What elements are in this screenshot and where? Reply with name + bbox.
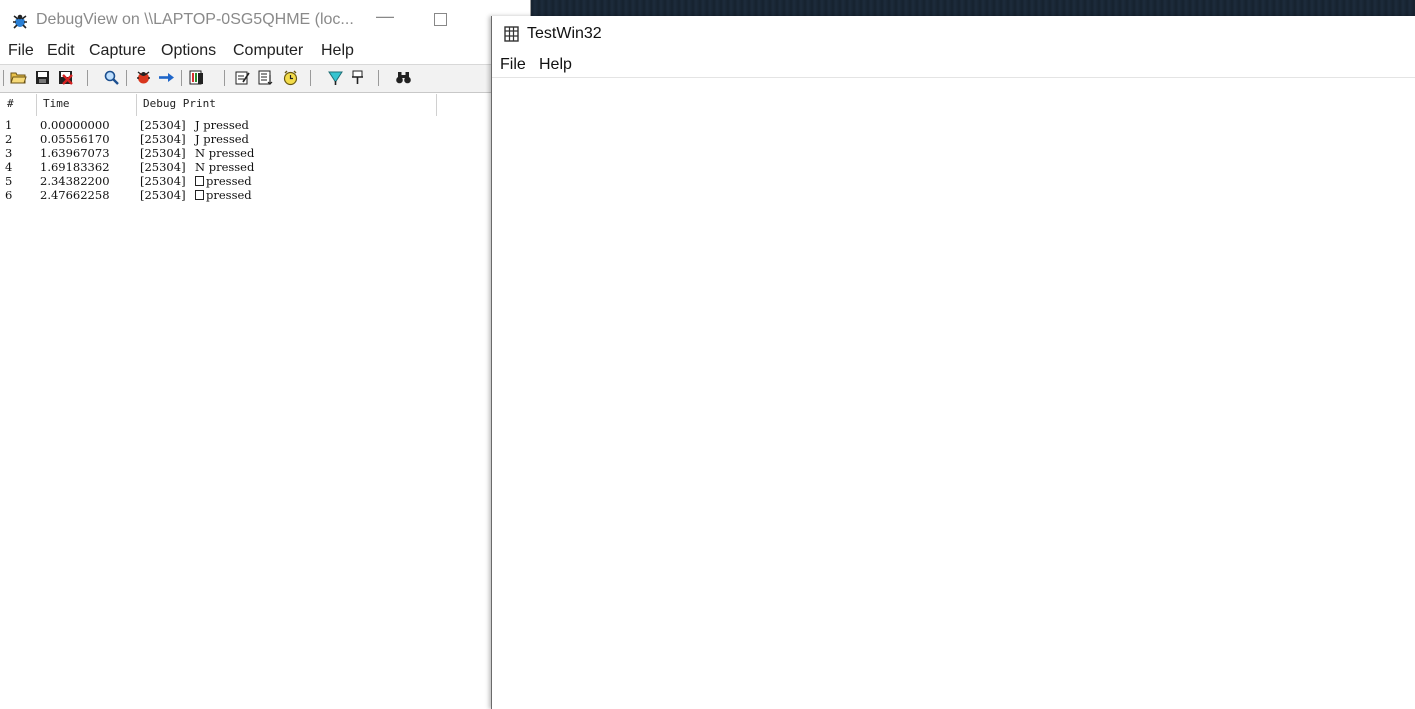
find-icon[interactable] xyxy=(103,69,120,86)
debugview-menubar: File Edit Capture Options Computer Help xyxy=(0,40,530,63)
log-row-time: 2.34382200 xyxy=(40,174,110,188)
log-row-number: 6 xyxy=(5,188,13,202)
log-row[interactable]: 6 2.47662258 [25304] pressed xyxy=(0,188,530,202)
log-list[interactable]: 1 0.00000000 [25304] J pressed 2 0.05556170 [2… xyxy=(0,118,530,202)
testwin32-window: TestWin32 File Help xyxy=(491,16,1415,709)
toolbar-separator xyxy=(224,70,225,86)
toolbar-separator xyxy=(310,70,311,86)
history-icon[interactable] xyxy=(327,69,344,86)
minimize-button[interactable]: — xyxy=(376,6,394,26)
column-number[interactable]: # xyxy=(7,97,14,110)
log-row-message: pressed xyxy=(195,174,252,188)
debugview-titlebar[interactable]: DebugView on \\LAPTOP-0SG5QHME (loc... — xyxy=(0,0,530,40)
log-row[interactable]: 3 1.63967073 [25304] N pressed xyxy=(0,146,530,160)
log-column-header: # Time Debug Print xyxy=(0,94,530,116)
log-row-number: 2 xyxy=(5,132,13,146)
log-row[interactable]: 2 0.05556170 [25304] J pressed xyxy=(0,132,530,146)
menu-help[interactable]: Help xyxy=(539,56,572,74)
log-row-message: J pressed xyxy=(195,132,249,146)
autoscroll-icon[interactable] xyxy=(158,69,175,86)
log-row-message: N pressed xyxy=(195,160,255,174)
log-row[interactable]: 5 2.34382200 [25304] pressed xyxy=(0,174,530,188)
window-title: TestWin32 xyxy=(527,25,602,42)
clear-icon[interactable] xyxy=(57,69,74,86)
column-divider[interactable] xyxy=(36,94,37,116)
log-row-message: J pressed xyxy=(195,118,249,132)
log-row-pid: [25304] xyxy=(140,132,186,146)
log-row-time: 1.63967073 xyxy=(40,146,110,160)
log-row-time: 1.69183362 xyxy=(40,160,110,174)
log-row-message: N pressed xyxy=(195,146,255,160)
testwin32-titlebar[interactable]: TestWin32 xyxy=(492,16,1415,52)
menu-file[interactable]: File xyxy=(500,56,526,74)
bug-icon xyxy=(13,14,27,29)
toolbar-separator xyxy=(87,70,88,86)
log-row-number: 4 xyxy=(5,160,13,174)
log-row-text: pressed xyxy=(206,188,252,202)
clock-icon[interactable] xyxy=(282,69,299,86)
log-row-number: 1 xyxy=(5,118,13,132)
save-icon[interactable] xyxy=(34,69,51,86)
pin-icon[interactable] xyxy=(349,69,366,86)
log-row-time: 0.00000000 xyxy=(40,118,110,132)
menu-edit[interactable]: Edit xyxy=(47,42,75,60)
log-row-pid: [25304] xyxy=(140,160,186,174)
log-row-number: 3 xyxy=(5,146,13,160)
log-row-text: pressed xyxy=(206,174,252,188)
log-row-pid: [25304] xyxy=(140,118,186,132)
unprintable-char-box xyxy=(195,190,204,200)
column-debug-print[interactable]: Debug Print xyxy=(143,97,216,110)
menu-help[interactable]: Help xyxy=(321,42,354,60)
log-row-time: 2.47662258 xyxy=(40,188,110,202)
column-divider[interactable] xyxy=(436,94,437,116)
toolbar-separator xyxy=(3,70,4,86)
filter-icon[interactable] xyxy=(188,69,205,86)
highlight-icon[interactable] xyxy=(257,69,274,86)
debugview-window: DebugView on \\LAPTOP-0SG5QHME (loc... —… xyxy=(0,0,531,709)
toolbar-separator xyxy=(378,70,379,86)
binoculars-icon[interactable] xyxy=(395,69,412,86)
column-time[interactable]: Time xyxy=(43,97,70,110)
log-row-time: 0.05556170 xyxy=(40,132,110,146)
testwin32-menubar: File Help xyxy=(492,54,1415,78)
log-row-pid: [25304] xyxy=(140,146,186,160)
unprintable-char-box xyxy=(195,176,204,186)
menu-capture[interactable]: Capture xyxy=(89,42,146,60)
menu-file[interactable]: File xyxy=(8,42,34,60)
maximize-button[interactable] xyxy=(434,13,447,26)
log-row-pid: [25304] xyxy=(140,188,186,202)
menu-computer[interactable]: Computer xyxy=(233,42,303,60)
menu-options[interactable]: Options xyxy=(161,42,216,60)
log-row-pid: [25304] xyxy=(140,174,186,188)
timestamp-icon[interactable] xyxy=(234,69,251,86)
log-row[interactable]: 1 0.00000000 [25304] J pressed xyxy=(0,118,530,132)
log-row-number: 5 xyxy=(5,174,13,188)
toolbar-separator xyxy=(181,70,182,86)
app-icon xyxy=(504,26,519,42)
window-title: DebugView on \\LAPTOP-0SG5QHME (loc... xyxy=(36,11,354,28)
capture-icon[interactable] xyxy=(135,69,152,86)
log-row[interactable]: 4 1.69183362 [25304] N pressed xyxy=(0,160,530,174)
toolbar-separator xyxy=(126,70,127,86)
open-icon[interactable] xyxy=(10,69,27,86)
column-divider[interactable] xyxy=(136,94,137,116)
debugview-toolbar xyxy=(0,64,530,93)
log-row-message: pressed xyxy=(195,188,252,202)
